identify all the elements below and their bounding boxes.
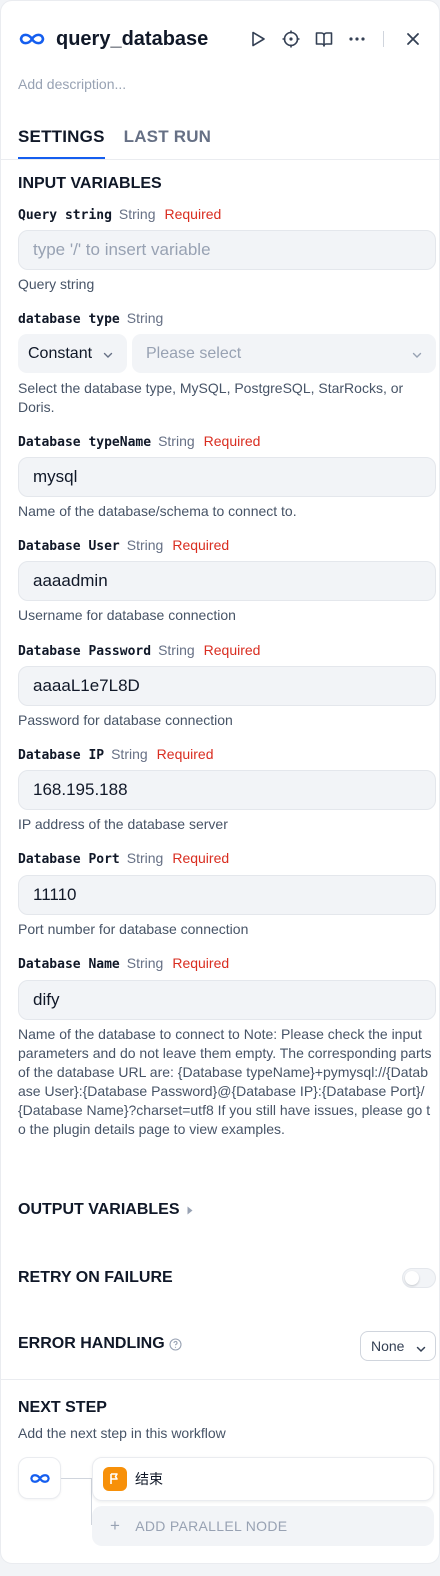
database-user-label: Database User String Required xyxy=(18,537,229,554)
database-name-help: Name of the database to connect to Note:… xyxy=(18,1026,432,1137)
next-step-subtitle: Add the next step in this workflow xyxy=(18,1425,226,1441)
database-typename-label: Database typeName String Required xyxy=(18,433,260,450)
var-type: String xyxy=(126,850,164,866)
var-name: Database Password xyxy=(18,644,152,659)
database-type-select[interactable]: Please select xyxy=(132,334,436,373)
next-step-title: NEXT STEP xyxy=(18,1399,107,1416)
query-string-label: Query string String Required xyxy=(18,206,221,223)
var-name: Database IP xyxy=(18,748,105,763)
run-play-icon[interactable] xyxy=(246,27,270,51)
tab-divider xyxy=(1,159,439,160)
var-type: String xyxy=(118,206,156,222)
required-badge: Required xyxy=(164,206,222,222)
end-node-label: 结束 xyxy=(135,1471,163,1487)
tab-bar: SETTINGS LAST RUN xyxy=(18,125,230,159)
current-node-icon xyxy=(18,1457,61,1499)
help-circle-icon[interactable] xyxy=(169,1337,182,1351)
var-type: String xyxy=(126,310,164,326)
database-password-help: Password for database connection xyxy=(18,712,233,728)
database-type-placeholder: Please select xyxy=(146,344,242,362)
error-handling-value: None xyxy=(371,1338,405,1354)
crosshair-locate-icon[interactable] xyxy=(279,27,303,51)
add-parallel-node-label: ADD PARALLEL NODE xyxy=(135,1518,288,1534)
database-user-help: Username for database connection xyxy=(18,607,236,623)
node-panel: query_database Add description... SETTIN… xyxy=(0,0,440,1564)
constant-mode-select[interactable]: Constant xyxy=(18,334,127,373)
book-docs-icon[interactable] xyxy=(312,27,336,51)
required-badge: Required xyxy=(172,850,230,866)
var-name: Query string xyxy=(18,208,112,223)
database-type-label: database type String xyxy=(18,310,163,327)
database-typename-input[interactable]: mysql xyxy=(18,457,436,497)
query-string-input[interactable]: type '/' to insert variable xyxy=(18,230,436,270)
output-variables-title: OUTPUT VARIABLES xyxy=(18,1201,180,1218)
plus-icon: + xyxy=(110,1516,121,1535)
var-name: Database Port xyxy=(18,852,120,867)
header-divider xyxy=(383,31,384,47)
database-ip-help: IP address of the database server xyxy=(18,816,228,832)
database-name-input[interactable]: dify xyxy=(18,980,436,1020)
chevron-down-icon xyxy=(103,347,113,365)
error-handling-select[interactable]: None xyxy=(360,1331,436,1361)
section-divider xyxy=(1,1379,439,1380)
var-type: String xyxy=(158,642,195,658)
database-name-label: Database Name String Required xyxy=(18,955,229,972)
panel-header: query_database xyxy=(18,25,425,53)
required-badge: Required xyxy=(172,955,230,971)
required-badge: Required xyxy=(203,433,261,449)
var-type: String xyxy=(111,746,148,762)
chevron-down-icon xyxy=(416,1341,426,1357)
node-title[interactable]: query_database xyxy=(56,28,208,51)
output-variables-toggle[interactable]: OUTPUT VARIABLES xyxy=(18,1201,193,1219)
chevron-down-icon xyxy=(412,347,422,365)
database-port-input[interactable]: 11110 xyxy=(18,875,436,915)
var-type: String xyxy=(158,433,195,449)
required-badge: Required xyxy=(203,642,261,658)
database-type-help: Select the database type, MySQL, Postgre… xyxy=(18,380,404,415)
database-ip-label: Database IP String Required xyxy=(18,746,214,763)
end-node-icon xyxy=(103,1467,127,1491)
input-variables-title: INPUT VARIABLES xyxy=(18,175,162,192)
database-port-label: Database Port String Required xyxy=(18,850,229,867)
var-name: Database User xyxy=(18,539,120,554)
database-user-input[interactable]: aaaadmin xyxy=(18,561,436,601)
error-handling-header: ERROR HANDLING xyxy=(18,1335,182,1353)
connector-line xyxy=(61,1478,91,1479)
required-badge: Required xyxy=(172,537,230,553)
required-badge: Required xyxy=(156,746,214,762)
caret-right-icon xyxy=(187,1206,193,1215)
constant-mode-value: Constant xyxy=(28,344,93,362)
infinity-logo-icon xyxy=(18,25,46,53)
tab-last-run[interactable]: LAST RUN xyxy=(124,125,212,159)
header-actions xyxy=(237,25,425,53)
close-icon[interactable] xyxy=(401,27,425,51)
database-typename-help: Name of the database/schema to connect t… xyxy=(18,503,297,519)
toggle-knob xyxy=(405,1271,419,1285)
error-handling-title: ERROR HANDLING xyxy=(18,1335,165,1352)
database-ip-input[interactable]: 168.195.188 xyxy=(18,770,436,810)
database-port-help: Port number for database connection xyxy=(18,921,249,937)
var-type: String xyxy=(126,537,164,553)
end-node-card[interactable]: 结束 xyxy=(92,1457,434,1501)
var-type: String xyxy=(126,955,164,971)
retry-on-failure-title: RETRY ON FAILURE xyxy=(18,1269,173,1286)
var-name: Database typeName xyxy=(18,435,152,450)
more-icon[interactable] xyxy=(345,27,369,51)
database-password-label: Database Password String Required xyxy=(18,642,260,659)
var-name: database type xyxy=(18,312,120,327)
description-input[interactable]: Add description... xyxy=(18,76,126,92)
tab-settings[interactable]: SETTINGS xyxy=(18,125,105,159)
query-string-help: Query string xyxy=(18,276,95,292)
retry-toggle[interactable] xyxy=(402,1268,436,1288)
add-parallel-node-button[interactable]: + ADD PARALLEL NODE xyxy=(92,1506,434,1546)
var-name: Database Name xyxy=(18,957,120,972)
database-password-input[interactable]: aaaaL1e7L8D xyxy=(18,666,436,706)
